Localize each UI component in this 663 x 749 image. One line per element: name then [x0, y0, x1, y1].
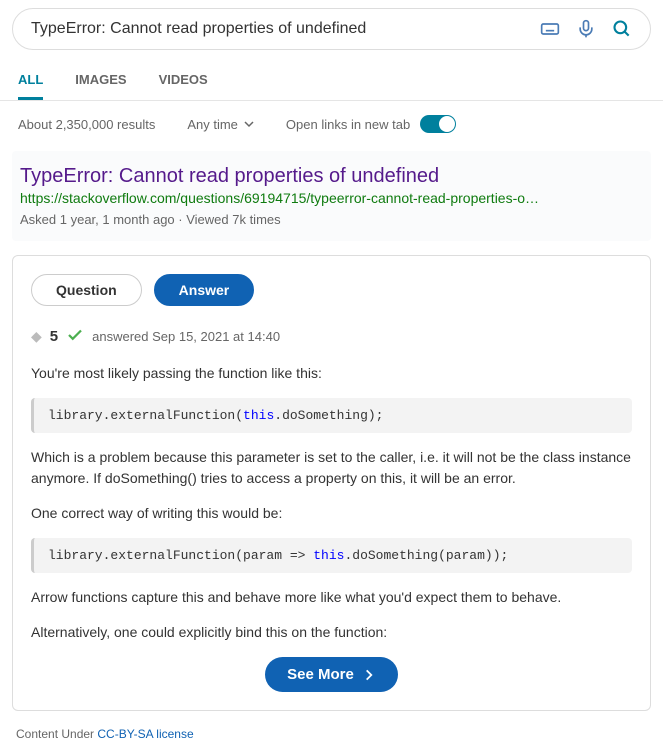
search-bar	[12, 8, 651, 50]
license-footer: Content Under CC-BY-SA license	[0, 719, 663, 749]
time-filter[interactable]: Any time	[187, 117, 254, 132]
tab-all[interactable]: ALL	[18, 62, 43, 100]
result-card: TypeError: Cannot read properties of und…	[12, 151, 651, 241]
open-new-tab-label: Open links in new tab	[286, 117, 410, 132]
tab-images[interactable]: IMAGES	[75, 62, 126, 100]
vote-score: 5	[50, 328, 58, 345]
chevron-right-icon	[362, 668, 376, 682]
toggle-switch[interactable]	[420, 115, 456, 133]
see-more-button[interactable]: See More	[265, 657, 398, 692]
search-icon[interactable]	[612, 19, 632, 39]
answer-box: Question Answer ◆ 5 answered Sep 15, 202…	[12, 255, 651, 711]
meta-bar: About 2,350,000 results Any time Open li…	[0, 101, 663, 147]
time-filter-label: Any time	[187, 117, 238, 132]
code-block: library.externalFunction(param => this.d…	[31, 538, 632, 573]
see-more-wrap: See More	[31, 657, 632, 692]
vote-diamond-icon: ◆	[31, 328, 42, 345]
answered-date: answered Sep 15, 2021 at 14:40	[92, 329, 280, 344]
result-title[interactable]: TypeError: Cannot read properties of und…	[20, 165, 643, 188]
search-input[interactable]	[31, 20, 540, 38]
search-action-icons	[540, 19, 632, 39]
tabs: ALL IMAGES VIDEOS	[0, 62, 663, 101]
result-meta: Asked 1 year, 1 month ago · Viewed 7k ti…	[20, 212, 643, 227]
open-new-tab-toggle: Open links in new tab	[286, 115, 456, 133]
answer-paragraph: One correct way of writing this would be…	[31, 503, 632, 524]
chevron-down-icon	[244, 119, 254, 129]
result-url[interactable]: https://stackoverflow.com/questions/6919…	[20, 190, 643, 206]
see-more-label: See More	[287, 666, 354, 683]
microphone-icon[interactable]	[576, 19, 596, 39]
answer-paragraph: Arrow functions capture this and behave …	[31, 587, 632, 608]
question-pill[interactable]: Question	[31, 274, 142, 306]
code-block: library.externalFunction(this.doSomethin…	[31, 398, 632, 433]
license-prefix: Content Under	[16, 727, 97, 741]
result-count: About 2,350,000 results	[18, 117, 155, 132]
keyboard-icon[interactable]	[540, 19, 560, 39]
pill-row: Question Answer	[31, 274, 632, 306]
answer-body: You're most likely passing the function …	[31, 363, 632, 643]
answer-paragraph: Alternatively, one could explicitly bind…	[31, 622, 632, 643]
license-link[interactable]: CC-BY-SA license	[97, 727, 193, 741]
accepted-check-icon	[66, 326, 84, 347]
tab-videos[interactable]: VIDEOS	[159, 62, 208, 100]
vote-row: ◆ 5 answered Sep 15, 2021 at 14:40	[31, 326, 632, 347]
answer-paragraph: Which is a problem because this paramete…	[31, 447, 632, 489]
answer-paragraph: You're most likely passing the function …	[31, 363, 632, 384]
answer-pill[interactable]: Answer	[154, 274, 255, 306]
